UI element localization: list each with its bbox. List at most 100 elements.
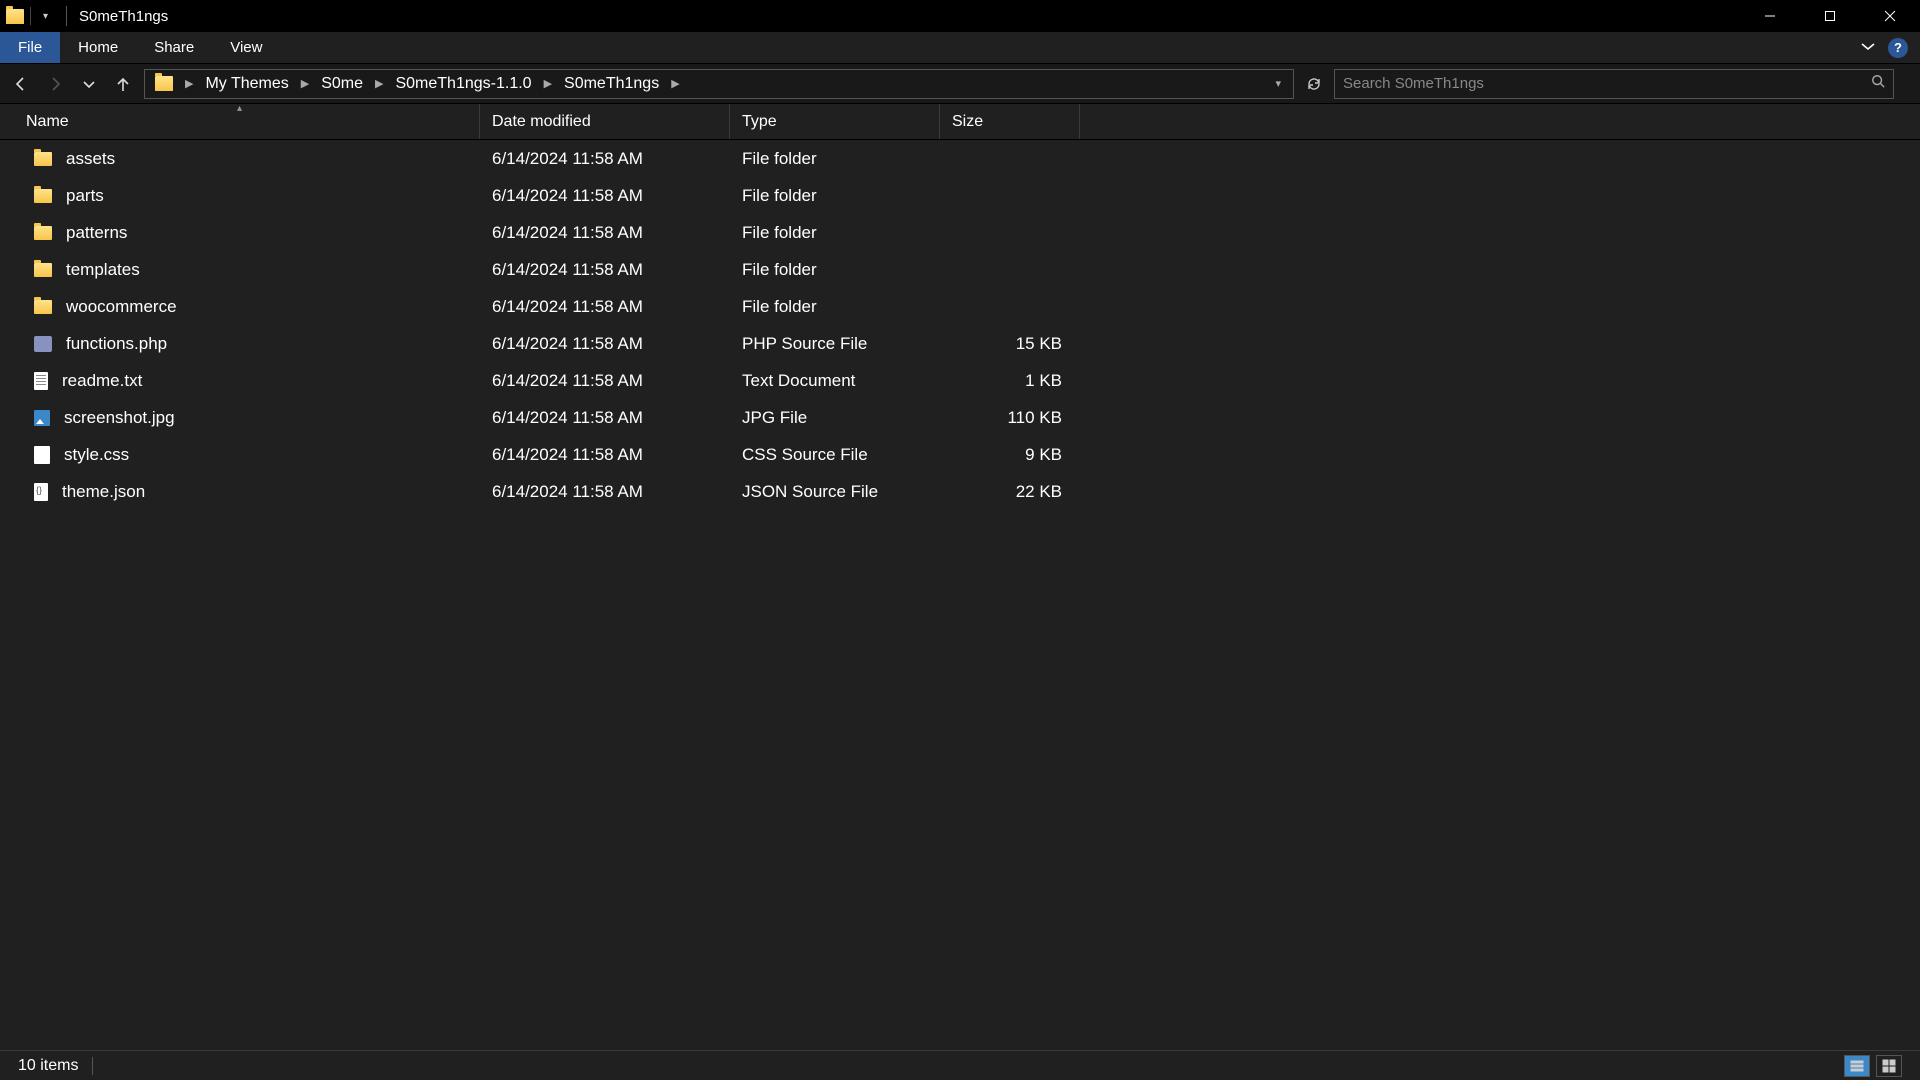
list-item[interactable]: parts 6/14/2024 11:58 AMFile folder — [0, 177, 1920, 214]
status-bar: 10 items — [0, 1050, 1920, 1080]
list-item[interactable]: theme.json6/14/2024 11:58 AMJSON Source … — [0, 473, 1920, 510]
file-size: 110 KB — [940, 408, 1080, 428]
file-type: File folder — [730, 186, 940, 206]
file-date: 6/14/2024 11:58 AM — [480, 445, 730, 465]
file-date: 6/14/2024 11:58 AM — [480, 408, 730, 428]
list-item[interactable]: assets 6/14/2024 11:58 AMFile folder — [0, 140, 1920, 177]
chevron-right-icon[interactable]: ▶ — [540, 77, 556, 90]
folder-icon — [34, 263, 52, 277]
file-name: patterns — [66, 223, 127, 243]
search-box[interactable] — [1334, 69, 1894, 99]
sort-ascending-icon: ▴ — [237, 103, 242, 114]
breadcrumb-segment[interactable]: S0meTh1ngs — [558, 70, 665, 98]
ribbon-tab-view[interactable]: View — [212, 32, 280, 63]
list-item[interactable]: screenshot.jpg 6/14/2024 11:58 AMJPG File… — [0, 399, 1920, 436]
column-date[interactable]: Date modified — [480, 104, 730, 139]
ribbon-tab-home[interactable]: Home — [60, 32, 136, 63]
address-history-dropdown[interactable]: ▾ — [1267, 77, 1289, 90]
list-item[interactable]: functions.php 6/14/2024 11:58 AMPHP Sourc… — [0, 325, 1920, 362]
chevron-right-icon[interactable]: ▶ — [297, 77, 313, 90]
chevron-right-icon[interactable]: ▶ — [371, 77, 387, 90]
file-date: 6/14/2024 11:58 AM — [480, 334, 730, 354]
file-name: assets — [66, 149, 115, 169]
doc-icon — [34, 372, 48, 390]
css-icon — [34, 446, 50, 464]
nav-bar: ▶ My Themes ▶ S0me ▶ S0meTh1ngs-1.1.0 ▶ … — [0, 64, 1920, 104]
file-type: File folder — [730, 260, 940, 280]
address-bar[interactable]: ▶ My Themes ▶ S0me ▶ S0meTh1ngs-1.1.0 ▶ … — [144, 69, 1294, 99]
file-size: 22 KB — [940, 482, 1080, 502]
minimize-button[interactable] — [1740, 0, 1800, 32]
column-type[interactable]: Type — [730, 104, 940, 139]
column-size[interactable]: Size — [940, 104, 1080, 139]
recent-dropdown[interactable] — [76, 71, 102, 97]
status-divider — [92, 1057, 93, 1075]
list-item[interactable]: woocommerce 6/14/2024 11:58 AMFile folder — [0, 288, 1920, 325]
list-item[interactable]: readme.txt6/14/2024 11:58 AMText Documen… — [0, 362, 1920, 399]
list-item[interactable]: style.css 6/14/2024 11:58 AMCSS Source Fi… — [0, 436, 1920, 473]
list-item[interactable]: templates 6/14/2024 11:58 AMFile folder — [0, 251, 1920, 288]
close-button[interactable] — [1860, 0, 1920, 32]
file-name: screenshot.jpg — [64, 408, 175, 428]
file-name: woocommerce — [66, 297, 177, 317]
column-headers: Name ▴ Date modified Type Size — [0, 104, 1920, 140]
ribbon-collapse-icon[interactable] — [1860, 39, 1876, 57]
chevron-right-icon[interactable]: ▶ — [667, 77, 683, 90]
back-button[interactable] — [8, 71, 34, 97]
window-title: S0meTh1ngs — [79, 8, 168, 25]
ribbon: File Home Share View ? — [0, 32, 1920, 64]
file-date: 6/14/2024 11:58 AM — [480, 371, 730, 391]
folder-icon — [34, 189, 52, 203]
breadcrumb-segment[interactable]: My Themes — [199, 70, 294, 98]
maximize-button[interactable] — [1800, 0, 1860, 32]
search-icon[interactable] — [1871, 74, 1885, 93]
file-date: 6/14/2024 11:58 AM — [480, 260, 730, 280]
view-icons-button[interactable] — [1876, 1055, 1902, 1077]
file-name: theme.json — [62, 482, 145, 502]
file-list: assets6/14/2024 11:58 AMFile folderparts… — [0, 140, 1920, 510]
file-size: 1 KB — [940, 371, 1080, 391]
title-bar: ▾ S0meTh1ngs — [0, 0, 1920, 32]
file-date: 6/14/2024 11:58 AM — [480, 223, 730, 243]
view-details-button[interactable] — [1844, 1055, 1870, 1077]
file-type: PHP Source File — [730, 334, 940, 354]
file-type: File folder — [730, 223, 940, 243]
qat-dropdown[interactable]: ▾ — [37, 11, 54, 22]
help-icon[interactable]: ? — [1888, 38, 1908, 58]
file-type: File folder — [730, 149, 940, 169]
file-type: File folder — [730, 297, 940, 317]
file-type: JSON Source File — [730, 482, 940, 502]
file-size: 9 KB — [940, 445, 1080, 465]
chevron-right-icon[interactable]: ▶ — [181, 77, 197, 90]
file-type: JPG File — [730, 408, 940, 428]
column-name[interactable]: Name ▴ — [0, 104, 480, 139]
breadcrumb-segment[interactable]: S0me — [315, 70, 369, 98]
folder-icon — [34, 226, 52, 240]
search-input[interactable] — [1343, 75, 1871, 92]
folder-icon — [6, 9, 24, 24]
ribbon-tab-share[interactable]: Share — [136, 32, 212, 63]
file-size: 15 KB — [940, 334, 1080, 354]
up-button[interactable] — [110, 71, 136, 97]
forward-button[interactable] — [42, 71, 68, 97]
ribbon-tab-file[interactable]: File — [0, 32, 60, 63]
folder-icon — [34, 152, 52, 166]
file-name: parts — [66, 186, 104, 206]
file-date: 6/14/2024 11:58 AM — [480, 186, 730, 206]
file-name: templates — [66, 260, 140, 280]
php-icon — [34, 336, 52, 352]
file-date: 6/14/2024 11:58 AM — [480, 149, 730, 169]
title-divider — [66, 6, 67, 26]
file-type: CSS Source File — [730, 445, 940, 465]
qat-divider — [30, 7, 31, 25]
refresh-button[interactable] — [1302, 72, 1326, 96]
breadcrumb-segment[interactable]: S0meTh1ngs-1.1.0 — [389, 70, 537, 98]
jpg-icon — [34, 410, 50, 426]
file-name: functions.php — [66, 334, 167, 354]
file-name: style.css — [64, 445, 129, 465]
addr-root-icon[interactable] — [149, 70, 179, 98]
folder-icon — [34, 300, 52, 314]
file-date: 6/14/2024 11:58 AM — [480, 297, 730, 317]
list-item[interactable]: patterns 6/14/2024 11:58 AMFile folder — [0, 214, 1920, 251]
file-type: Text Document — [730, 371, 940, 391]
